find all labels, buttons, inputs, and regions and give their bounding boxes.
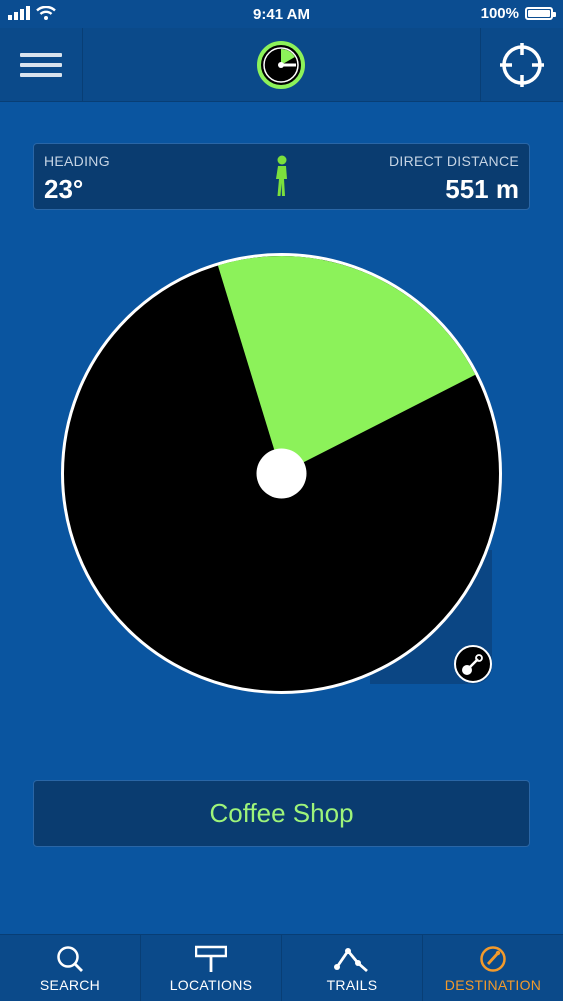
tab-destination[interactable]: DESTINATION — [423, 935, 563, 1001]
locate-button[interactable] — [480, 28, 563, 101]
tab-locations-label: LOCATIONS — [169, 977, 253, 993]
compass-needle-icon — [480, 946, 506, 972]
heading-value: 23° — [44, 174, 84, 204]
status-bar: 9:41 AM 100% — [0, 0, 563, 28]
app-logo-icon — [257, 41, 305, 89]
signpost-icon — [195, 945, 227, 972]
distance-label: DIRECT DISTANCE — [389, 153, 519, 169]
search-icon — [57, 946, 83, 972]
distance-value: 551 m — [445, 174, 519, 204]
tab-destination-label: DESTINATION — [444, 977, 542, 993]
tab-locations[interactable]: LOCATIONS — [141, 935, 282, 1001]
status-time: 9:41 AM — [253, 6, 310, 23]
trail-route-icon — [334, 948, 368, 973]
walking-person-icon — [276, 155, 287, 196]
direction-dial — [61, 253, 502, 694]
crosshair-icon — [500, 42, 544, 87]
navigation-info-panel: HEADING 23° DIRECT DISTANCE 551 m — [33, 143, 530, 210]
top-bar — [0, 28, 563, 102]
dial-center-hub — [256, 448, 307, 499]
battery-icon — [525, 7, 556, 20]
status-battery: 100% — [480, 5, 556, 22]
battery-percent: 100% — [480, 5, 519, 22]
compass-toggle-button[interactable] — [449, 640, 497, 688]
destination-name-button[interactable]: Coffee Shop — [33, 780, 530, 847]
tab-trails[interactable]: TRAILS — [282, 935, 423, 1001]
menu-button[interactable] — [0, 28, 83, 101]
tab-trails-label: TRAILS — [326, 977, 378, 993]
hamburger-icon — [20, 47, 62, 83]
direction-dial-area — [0, 240, 563, 720]
tab-search[interactable]: SEARCH — [0, 935, 141, 1001]
heading-label: HEADING — [44, 153, 110, 169]
bottom-tab-bar: SEARCH LOCATIONS TRAILS DESTINATION — [0, 934, 563, 1001]
tab-search-label: SEARCH — [39, 977, 101, 993]
